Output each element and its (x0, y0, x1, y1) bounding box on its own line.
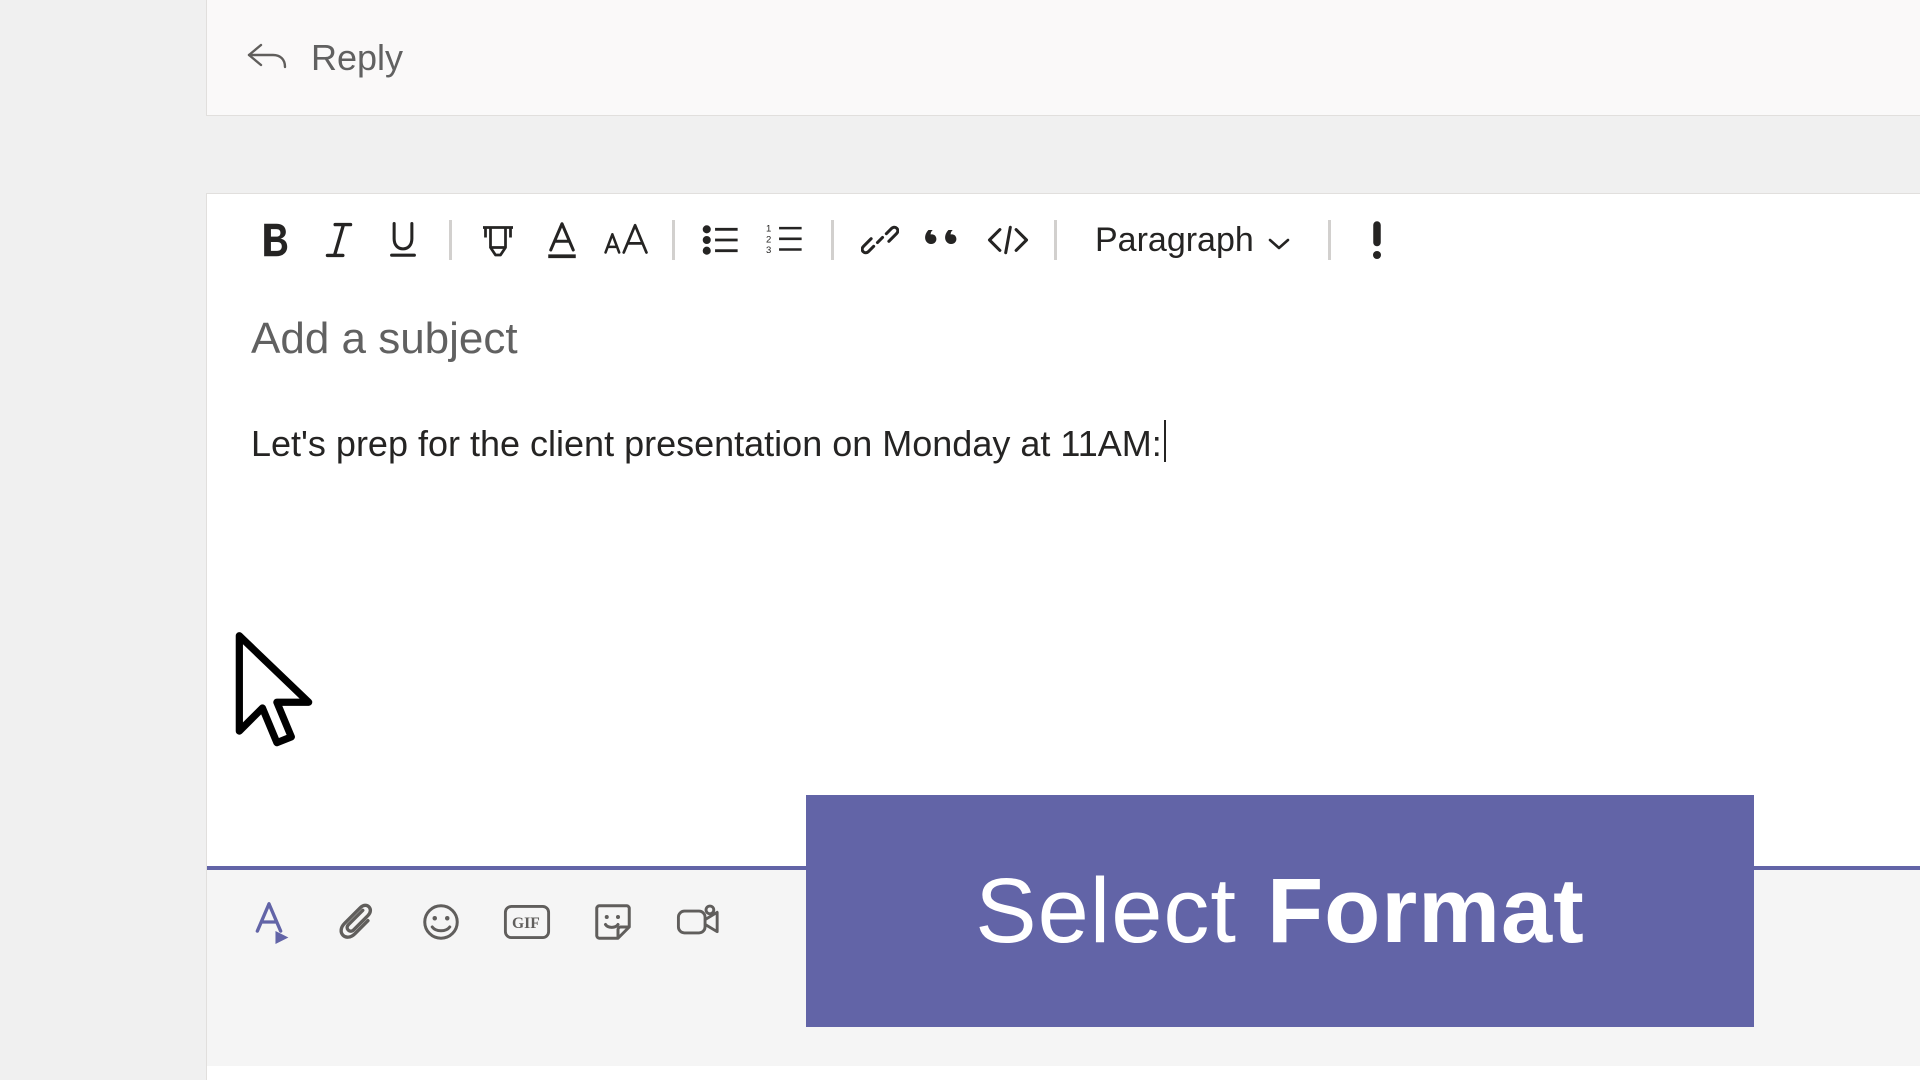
bold-button[interactable] (243, 208, 307, 272)
subject-input[interactable]: Add a subject (207, 286, 1920, 364)
underline-button[interactable] (371, 208, 435, 272)
svg-text:2: 2 (766, 234, 771, 245)
paragraph-style-label: Paragraph (1095, 221, 1254, 260)
font-size-button[interactable] (594, 208, 658, 272)
instruction-callout: Select Format (806, 795, 1754, 1027)
sticker-button[interactable] (587, 896, 639, 948)
gif-button[interactable]: GIF (501, 896, 553, 948)
importance-button[interactable] (1345, 208, 1409, 272)
subject-placeholder: Add a subject (251, 314, 518, 363)
svg-text:1: 1 (766, 224, 771, 235)
meet-now-button[interactable] (673, 896, 725, 948)
callout-word-2: Format (1267, 859, 1585, 964)
code-button[interactable] (976, 208, 1040, 272)
paragraph-style-dropdown[interactable]: Paragraph (1071, 221, 1314, 260)
toolbar-separator (1328, 220, 1331, 260)
toolbar-separator (449, 220, 452, 260)
message-body-text: Let's prep for the client presentation o… (251, 423, 1162, 464)
reply-arrow-icon (247, 37, 287, 78)
mouse-cursor-icon (229, 630, 319, 765)
toolbar-separator (1054, 220, 1057, 260)
message-body-input[interactable]: Let's prep for the client presentation o… (207, 364, 1920, 465)
italic-button[interactable] (307, 208, 371, 272)
text-caret (1164, 420, 1166, 462)
reply-bar[interactable]: Reply (206, 0, 1920, 116)
reply-label: Reply (311, 37, 403, 79)
highlight-button[interactable] (466, 208, 530, 272)
chevron-down-icon (1268, 221, 1290, 260)
callout-word-1: Select (975, 859, 1237, 964)
attach-button[interactable] (329, 896, 381, 948)
svg-text:GIF: GIF (512, 915, 540, 932)
emoji-button[interactable] (415, 896, 467, 948)
format-button[interactable] (243, 896, 295, 948)
formatting-toolbar: 1 2 3 Para (207, 194, 1920, 286)
bullet-list-button[interactable] (689, 208, 753, 272)
toolbar-separator (672, 220, 675, 260)
numbered-list-button[interactable]: 1 2 3 (753, 208, 817, 272)
svg-text:3: 3 (766, 245, 771, 256)
link-button[interactable] (848, 208, 912, 272)
quote-button[interactable] (912, 208, 976, 272)
toolbar-separator (831, 220, 834, 260)
font-color-button[interactable] (530, 208, 594, 272)
